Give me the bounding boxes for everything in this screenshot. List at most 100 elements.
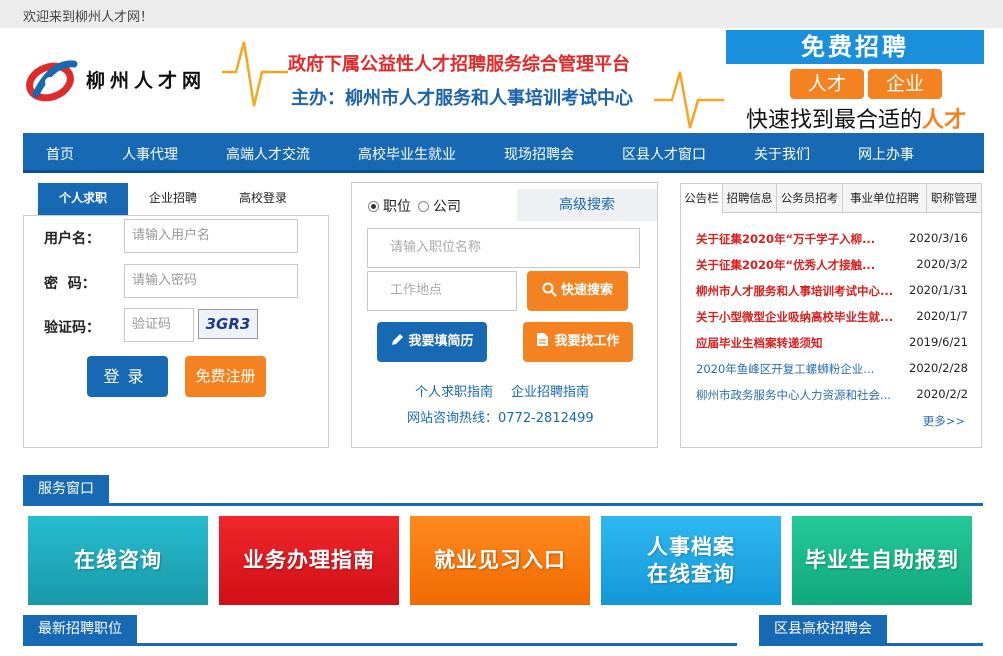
quick-search-label: 快速搜索 (560, 283, 613, 298)
register-button[interactable]: 免费注册 (185, 356, 266, 397)
captcha-label: 验证码： (44, 320, 100, 336)
notice-title: 柳州市政务服务中心人力资源和社会... (696, 388, 891, 402)
logo-emblem-icon (26, 60, 78, 102)
nav-graduate-employment[interactable]: 高校毕业生就业 (358, 144, 456, 164)
main-nav: 首页 人事代理 高端人才交流 高校毕业生就业 现场招聘会 区县人才窗口 关于我们… (23, 133, 984, 173)
slogan-organizer: 主办：柳州市人才服务和人事培训考试中心 (291, 88, 633, 109)
list-item[interactable]: 关于征集2020年“优秀人才接触... 2020/3/2 (696, 257, 968, 277)
banner-subtitle: 快速找到最合适的人才 (746, 102, 966, 134)
slogan-platform: 政府下属公益性人才招聘服务综合管理平台 (288, 54, 630, 75)
tile-label: 在线咨询 (74, 548, 162, 573)
document-icon (537, 333, 549, 346)
site-logo[interactable]: 柳州人才网 (26, 56, 226, 104)
free-recruitment-banner[interactable]: 免费招聘 人才 企业 & 快速找到最合适的人才 (726, 30, 984, 133)
list-item[interactable]: 柳州市人才服务和人事培训考试中心... 2020/1/31 (696, 283, 968, 303)
tab-recruitment-info[interactable]: 招聘信息 (723, 184, 777, 213)
list-item[interactable]: 关于征集2020年“万千学子入柳... 2020/3/16 (696, 231, 968, 251)
captcha-image[interactable]: 3GR3 (198, 309, 258, 339)
radio-unchecked-icon (418, 201, 429, 212)
personal-guide-link[interactable]: 个人求职指南 (415, 381, 493, 400)
password-input[interactable]: 请输入密码 (124, 264, 298, 298)
tile-label-line2: 在线查询 (647, 561, 735, 586)
radio-position-label: 职位 (383, 199, 411, 215)
tile-label: 业务办理指南 (243, 548, 375, 573)
enterprise-guide-link[interactable]: 企业招聘指南 (511, 381, 589, 400)
banner-title: 免费招聘 (726, 30, 984, 64)
fill-resume-label: 我要填简历 (408, 334, 474, 349)
county-fair-header: 区县高校招聘会 (759, 615, 983, 646)
tile-label: 就业见习入口 (434, 548, 566, 573)
login-panel: 个人求职 企业招聘 高校登录 用户名： 请输入用户名 密 码： 请输入密码 验证… (23, 183, 329, 448)
section-title: 服务窗口 (23, 475, 109, 503)
radio-position[interactable]: 职位 (368, 196, 411, 216)
tile-graduate-checkin[interactable]: 毕业生自助报到 (792, 516, 972, 605)
notice-title: 关于征集2020年“万千学子入柳... (696, 232, 876, 246)
tab-personal[interactable]: 个人求职 (38, 183, 128, 215)
keyword-input[interactable]: 请输入职位名称 (367, 228, 640, 268)
nav-job-fair[interactable]: 现场招聘会 (504, 144, 574, 164)
captcha-input[interactable]: 验证码 (124, 308, 194, 342)
login-button[interactable]: 登录 (87, 356, 168, 397)
banner-pill-talent: 人才 (790, 69, 864, 99)
heartbeat-line-icon (654, 71, 724, 129)
banner-subtitle-prefix: 快速找到最合适的 (746, 108, 923, 133)
notice-panel: 公告栏 招聘信息 公务员招考 事业单位招聘 职称管理 关于征集2020年“万千学… (680, 183, 982, 448)
notice-title: 2020年鱼峰区开复工螺蛳粉企业... (696, 362, 875, 376)
latest-jobs-header: 最新招聘职位 (23, 615, 737, 646)
radio-company[interactable]: 公司 (418, 196, 461, 216)
fill-resume-button[interactable]: 我要填简历 (377, 322, 487, 362)
notice-title: 应届毕业生档案转递须知 (696, 336, 823, 350)
tile-personnel-archive[interactable]: 人事档案 在线查询 (601, 516, 781, 605)
username-input[interactable]: 请输入用户名 (124, 219, 298, 253)
notice-date: 2020/2/2 (916, 387, 968, 401)
banner-pill-enterprise: 企业 (868, 69, 942, 99)
nav-online-service[interactable]: 网上办事 (858, 144, 914, 164)
tile-label: 人事档案 在线查询 (647, 534, 735, 587)
list-item[interactable]: 应届毕业生档案转递须知 2019/6/21 (696, 335, 968, 355)
password-label: 密 码： (44, 276, 96, 292)
hotline-text: 网站咨询热线：0772-2812499 (407, 411, 594, 426)
radio-company-label: 公司 (433, 199, 461, 215)
tab-civil-servant[interactable]: 公务员招考 (777, 184, 843, 213)
tab-bulletin[interactable]: 公告栏 (681, 184, 723, 213)
list-item[interactable]: 2020年鱼峰区开复工螺蛳粉企业... 2020/2/28 (696, 361, 968, 381)
notice-more-link[interactable]: 更多>> (923, 413, 965, 429)
nav-hr-agency[interactable]: 人事代理 (122, 144, 178, 164)
tab-enterprise[interactable]: 企业招聘 (128, 183, 218, 215)
username-label: 用户名： (44, 231, 100, 247)
search-icon (542, 282, 557, 297)
list-item[interactable]: 关于小型微型企业吸纳高校毕业生就... 2020/1/7 (696, 309, 968, 329)
logo-text: 柳州人才网 (86, 70, 207, 92)
list-item[interactable]: 柳州市政务服务中心人力资源和社会... 2020/2/2 (696, 387, 968, 407)
find-job-button[interactable]: 我要找工作 (523, 322, 633, 362)
tab-public-institution[interactable]: 事业单位招聘 (843, 184, 927, 213)
nav-county-window[interactable]: 区县人才窗口 (622, 144, 706, 164)
notice-date: 2020/3/2 (916, 257, 968, 271)
service-window-header: 服务窗口 (23, 475, 983, 506)
find-job-label: 我要找工作 (554, 334, 620, 349)
tab-college[interactable]: 高校登录 (218, 183, 308, 215)
top-welcome-bar: 欢迎来到柳州人才网！ (0, 0, 1003, 28)
tile-internship-entry[interactable]: 就业见习入口 (410, 516, 590, 605)
notice-title: 关于小型微型企业吸纳高校毕业生就... (696, 310, 894, 324)
notice-date: 2019/6/21 (909, 335, 968, 349)
nav-home[interactable]: 首页 (46, 144, 74, 164)
location-input[interactable]: 工作地点 (367, 271, 517, 311)
tile-label: 毕业生自助报到 (805, 548, 959, 573)
quick-search-button[interactable]: 快速搜索 (527, 271, 628, 311)
login-form: 用户名： 请输入用户名 密 码： 请输入密码 验证码： 验证码 3GR3 登录 … (23, 215, 329, 448)
nav-about-us[interactable]: 关于我们 (754, 144, 810, 164)
tab-title-management[interactable]: 职称管理 (927, 184, 981, 213)
banner-ampersand: & (856, 74, 864, 85)
tile-business-guide[interactable]: 业务办理指南 (219, 516, 399, 605)
advanced-search-tab[interactable]: 高级搜索 (517, 189, 657, 221)
job-search-panel: 职位 公司 高级搜索 请输入职位名称 工作地点 快速搜索 我要填简历 我要找工作… (351, 182, 658, 448)
nav-talent-exchange[interactable]: 高端人才交流 (226, 144, 310, 164)
pencil-icon (392, 334, 404, 345)
banner-subtitle-highlight: 人才 (922, 108, 967, 133)
notice-date: 2020/1/31 (909, 283, 968, 297)
welcome-text: 欢迎来到柳州人才网！ (23, 10, 154, 25)
tile-label-line1: 人事档案 (647, 535, 735, 560)
tile-online-consult[interactable]: 在线咨询 (28, 516, 208, 605)
heartbeat-line-icon (222, 41, 288, 107)
